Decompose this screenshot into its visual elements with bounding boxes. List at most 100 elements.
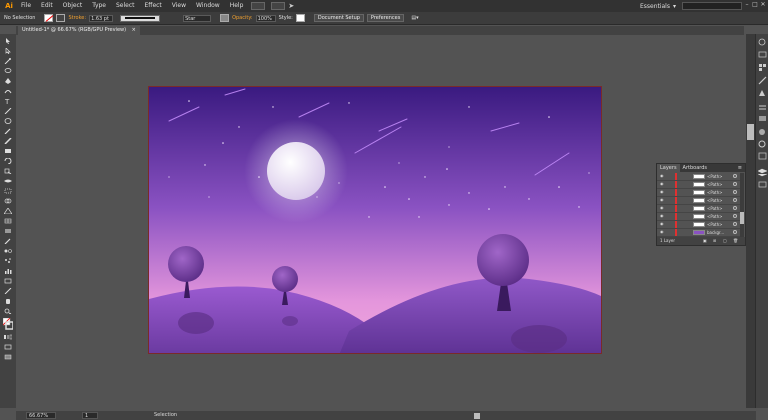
layer-row[interactable]: ◉ <Path> — [657, 181, 743, 189]
eye-icon[interactable]: ◉ — [660, 182, 665, 186]
artboard-number-field[interactable]: 1 — [82, 412, 98, 419]
arrange-icon[interactable]: ▤▾ — [411, 15, 418, 21]
swatches-panel-icon[interactable] — [759, 64, 766, 71]
document-setup-button[interactable]: Document Setup — [313, 14, 364, 22]
zoom-level-field[interactable]: 66.67% — [26, 412, 56, 419]
magic-wand-tool-icon[interactable] — [4, 58, 12, 64]
eye-icon[interactable]: ◉ — [660, 230, 665, 234]
tab-artboards[interactable]: Artboards — [680, 164, 710, 172]
send-icon[interactable]: ➤ — [288, 2, 294, 10]
gradient-tool-icon[interactable] — [4, 228, 12, 234]
paintbrush-tool-icon[interactable] — [4, 128, 12, 134]
line-tool-icon[interactable] — [4, 108, 12, 114]
blend-tool-icon[interactable] — [4, 248, 12, 254]
color-mode-icon[interactable] — [4, 334, 12, 340]
brushes-panel-icon[interactable] — [758, 76, 767, 85]
opacity-field[interactable]: 100% — [255, 14, 276, 22]
artboards-panel-icon[interactable] — [758, 181, 767, 188]
free-transform-tool-icon[interactable] — [4, 188, 12, 194]
close-icon[interactable]: ✕ — [760, 1, 766, 9]
shape-builder-tool-icon[interactable] — [4, 198, 12, 204]
layer-row[interactable]: ◉ <Path> — [657, 173, 743, 181]
variable-width-profile[interactable] — [120, 14, 161, 22]
slice-tool-icon[interactable] — [4, 288, 12, 294]
layer-row[interactable]: ◉ <Path> — [657, 205, 743, 213]
menu-view[interactable]: View — [167, 0, 191, 12]
fill-swatch[interactable] — [44, 14, 54, 22]
graphic-style-icon[interactable] — [220, 14, 230, 22]
color-guide-icon[interactable] — [758, 51, 767, 58]
eye-icon[interactable]: ◉ — [660, 198, 665, 202]
target-icon[interactable] — [733, 206, 737, 210]
transparency-panel-icon[interactable] — [759, 129, 765, 135]
hand-tool-icon[interactable] — [4, 298, 12, 304]
eye-icon[interactable]: ◉ — [660, 206, 665, 210]
layers-scroll-thumb[interactable] — [740, 212, 744, 224]
tab-layers[interactable]: Layers — [657, 164, 680, 172]
make-clipping-mask-icon[interactable]: ▣ — [703, 237, 707, 245]
eye-icon[interactable]: ◉ — [660, 222, 665, 226]
layer-row[interactable]: ◉ <Path> — [657, 221, 743, 229]
workspace-switcher[interactable]: Essentials ▾ — [640, 2, 676, 10]
lasso-tool-icon[interactable] — [4, 68, 12, 74]
document-tab[interactable]: Untitled-1* @ 66.67% (RGB/GPU Preview) × — [18, 26, 140, 35]
graphic-styles-panel-icon[interactable] — [758, 152, 767, 160]
eye-icon[interactable]: ◉ — [660, 174, 665, 178]
bridge-icon[interactable] — [251, 2, 266, 10]
rotate-tool-icon[interactable] — [4, 158, 12, 164]
perspective-grid-tool-icon[interactable] — [4, 208, 12, 214]
preferences-button[interactable]: Preferences — [366, 14, 405, 22]
gradient-panel-icon[interactable] — [759, 116, 766, 121]
type-tool-icon[interactable]: T — [4, 98, 12, 104]
search-input[interactable] — [682, 2, 742, 10]
layer-row[interactable]: ◉ <Path> — [657, 213, 743, 221]
target-icon[interactable] — [733, 214, 737, 218]
menu-type[interactable]: Type — [87, 0, 111, 12]
minimize-icon[interactable]: – — [744, 1, 750, 9]
arrange-documents-icon[interactable] — [271, 2, 286, 10]
target-icon[interactable] — [733, 198, 737, 202]
eraser-tool-icon[interactable] — [4, 148, 12, 154]
vertical-scroll-thumb[interactable] — [747, 124, 754, 140]
curvature-tool-icon[interactable] — [4, 88, 12, 94]
target-icon[interactable] — [733, 222, 737, 226]
width-tool-icon[interactable] — [4, 178, 12, 184]
symbol-sprayer-tool-icon[interactable] — [4, 258, 12, 264]
appearance-panel-icon[interactable] — [758, 140, 766, 148]
target-icon[interactable] — [733, 182, 737, 186]
artboard[interactable] — [148, 86, 602, 354]
eye-icon[interactable]: ◉ — [660, 190, 665, 194]
target-icon[interactable] — [733, 230, 737, 234]
eyedropper-tool-icon[interactable] — [4, 238, 12, 244]
color-panel-icon[interactable] — [758, 38, 766, 46]
menu-edit[interactable]: Edit — [36, 0, 58, 12]
pencil-tool-icon[interactable] — [4, 138, 12, 144]
draw-mode-icon[interactable] — [4, 344, 12, 350]
menu-file[interactable]: File — [16, 0, 36, 12]
maximize-icon[interactable]: □ — [752, 1, 758, 9]
new-sublayer-icon[interactable]: ⊞ — [713, 237, 716, 245]
panel-menu-icon[interactable]: ≡ — [738, 165, 745, 171]
menu-window[interactable]: Window — [191, 0, 225, 12]
layers-panel-icon[interactable] — [757, 168, 768, 177]
stroke-panel-icon[interactable] — [759, 105, 766, 110]
menu-object[interactable]: Object — [58, 0, 88, 12]
mesh-tool-icon[interactable] — [4, 218, 12, 224]
fill-stroke-swatches[interactable] — [3, 318, 13, 330]
column-graph-tool-icon[interactable] — [4, 268, 12, 274]
stroke-weight-field[interactable]: 1.63 pt — [89, 14, 114, 22]
screen-mode-icon[interactable] — [4, 354, 12, 360]
layer-row[interactable]: ◉ backgr... — [657, 229, 743, 237]
menu-select[interactable]: Select — [111, 0, 140, 12]
new-layer-icon[interactable]: ▢ — [723, 237, 727, 245]
symbols-panel-icon[interactable] — [759, 90, 765, 96]
menu-effect[interactable]: Effect — [140, 0, 167, 12]
brush-definition[interactable]: Star — [183, 14, 212, 22]
ellipse-tool-icon[interactable] — [4, 118, 12, 124]
selection-tool-icon[interactable] — [4, 38, 12, 44]
eye-icon[interactable]: ◉ — [660, 214, 665, 218]
pen-tool-icon[interactable] — [4, 78, 12, 84]
close-tab-icon[interactable]: × — [132, 27, 136, 33]
layer-row[interactable]: ◉ <Path> — [657, 197, 743, 205]
scale-tool-icon[interactable] — [4, 168, 12, 174]
